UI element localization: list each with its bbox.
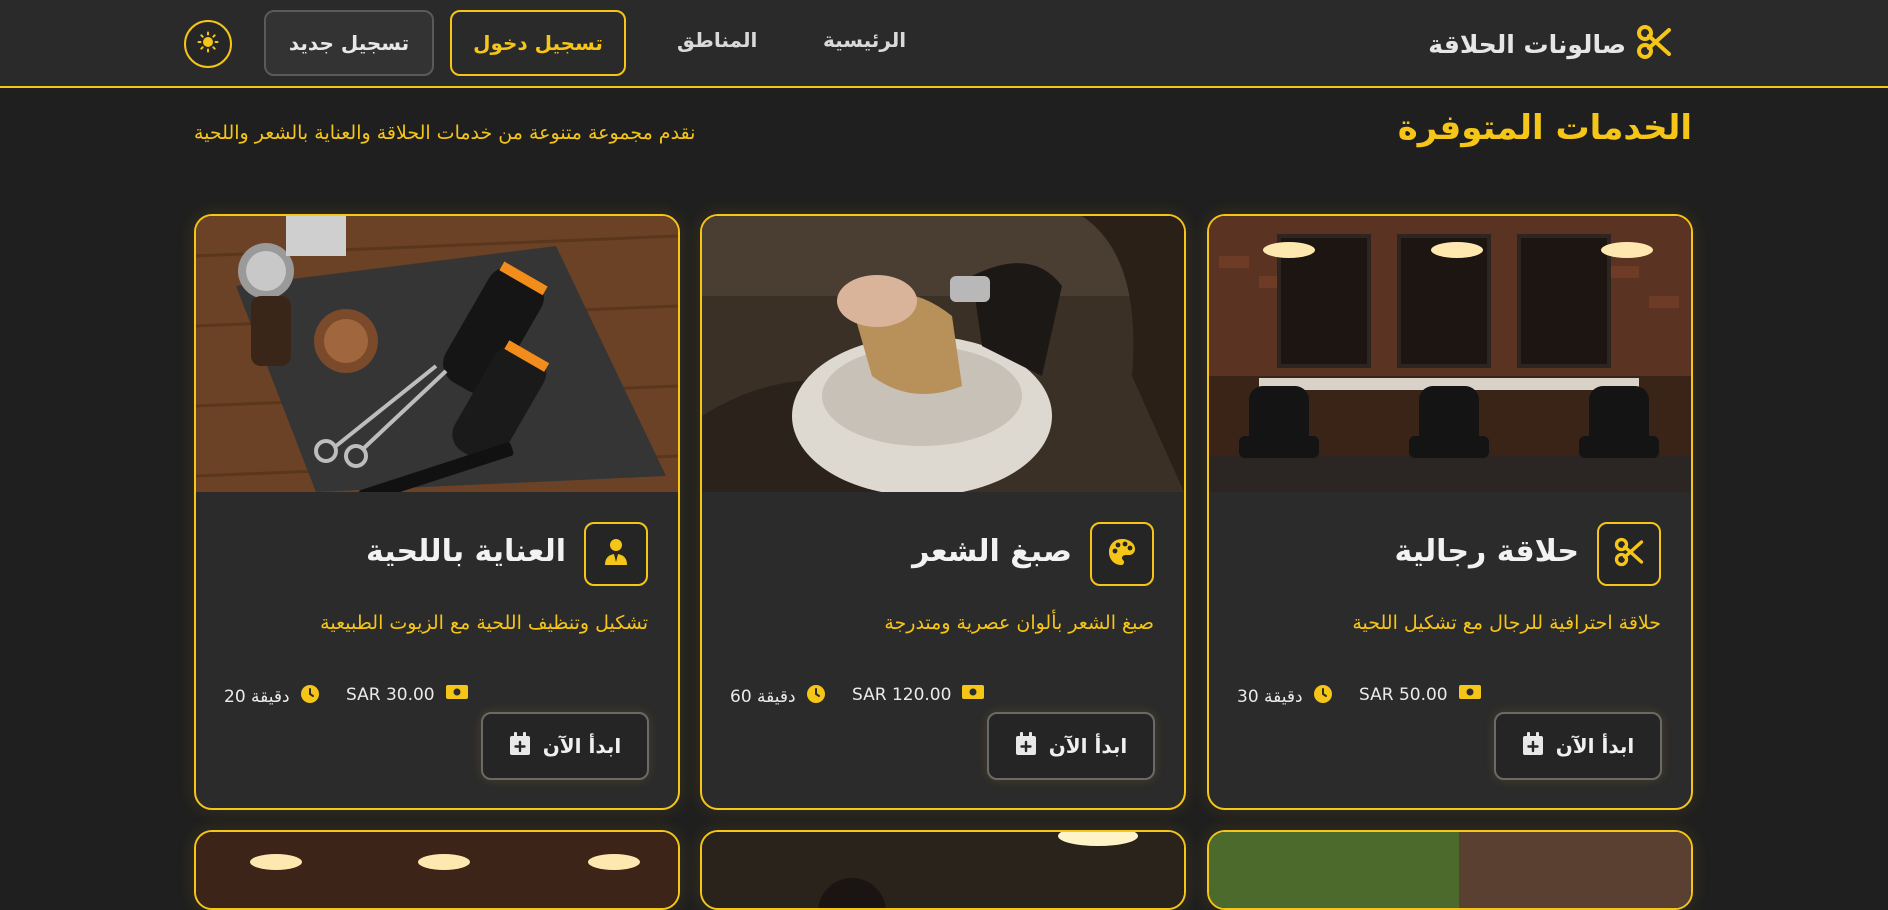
service-description: تشكيل وتنظيف اللحية مع الزيوت الطبيعية (320, 612, 648, 634)
service-card (700, 830, 1186, 910)
money-bill-icon (961, 684, 985, 705)
brand-name: صالونات الحلاقة (1428, 29, 1626, 59)
service-card (194, 830, 680, 910)
service-price: SAR 30.00 (346, 684, 469, 705)
service-duration: 30 دقيقة (1237, 684, 1333, 709)
calendar-plus-icon (1015, 731, 1037, 761)
service-card: العناية باللحية تشكيل وتنظيف اللحية مع ا… (194, 214, 680, 810)
service-image (1209, 832, 1691, 908)
service-card (1207, 830, 1693, 910)
start-booking-button[interactable]: ابدأ الآن (987, 712, 1155, 780)
clock-icon (1313, 684, 1333, 709)
start-booking-label: ابدأ الآن (542, 734, 622, 758)
service-icon-box (1597, 522, 1661, 586)
service-duration: 20 دقيقة (224, 684, 320, 709)
start-booking-label: ابدأ الآن (1555, 734, 1635, 758)
top-navbar: صالونات الحلاقة الرئيسية المناطق تسجيل د… (0, 0, 1888, 88)
money-bill-icon (445, 684, 469, 705)
service-icon-box (584, 522, 648, 586)
nav-link-regions[interactable]: المناطق (677, 28, 757, 52)
user-tie-icon (603, 538, 629, 570)
service-title: العناية باللحية (366, 534, 566, 569)
service-image (196, 832, 678, 908)
service-duration: 60 دقيقة (730, 684, 826, 709)
service-card: حلاقة رجالية حلاقة احترافية للرجال مع تش… (1207, 214, 1693, 810)
service-description: حلاقة احترافية للرجال مع تشكيل اللحية (1352, 612, 1661, 634)
scissors-icon (1636, 24, 1672, 64)
duration-value: 30 دقيقة (1237, 686, 1303, 707)
duration-value: 20 دقيقة (224, 686, 290, 707)
price-value: SAR 50.00 (1359, 684, 1448, 705)
nav-link-home[interactable]: الرئيسية (823, 28, 906, 52)
duration-value: 60 دقيقة (730, 686, 796, 707)
section-title: الخدمات المتوفرة (1397, 108, 1692, 148)
service-icon-box (1090, 522, 1154, 586)
service-image-hair-wash (702, 216, 1184, 492)
calendar-plus-icon (1522, 731, 1544, 761)
service-card: صبغ الشعر صبغ الشعر بألوان عصرية ومتدرجة… (700, 214, 1186, 810)
scissors-icon (1614, 537, 1644, 571)
start-booking-button[interactable]: ابدأ الآن (1494, 712, 1662, 780)
register-button[interactable]: تسجيل جديد (264, 10, 434, 76)
service-image (702, 832, 1184, 908)
service-title: صبغ الشعر (912, 534, 1072, 569)
clock-icon (300, 684, 320, 709)
service-image-barbershop (1209, 216, 1691, 492)
start-booking-label: ابدأ الآن (1048, 734, 1128, 758)
brand-logo-link[interactable]: صالونات الحلاقة (1428, 22, 1672, 66)
service-price: SAR 120.00 (852, 684, 985, 705)
sun-icon (197, 31, 219, 57)
login-button[interactable]: تسجيل دخول (450, 10, 626, 76)
clock-icon (806, 684, 826, 709)
theme-toggle-button[interactable] (184, 20, 232, 68)
service-price: SAR 50.00 (1359, 684, 1482, 705)
price-value: SAR 120.00 (852, 684, 952, 705)
section-subtitle: نقدم مجموعة متنوعة من خدمات الحلاقة والع… (194, 122, 696, 144)
price-value: SAR 30.00 (346, 684, 435, 705)
calendar-plus-icon (509, 731, 531, 761)
palette-icon (1107, 537, 1137, 571)
money-bill-icon (1458, 684, 1482, 705)
service-description: صبغ الشعر بألوان عصرية ومتدرجة (884, 612, 1154, 634)
service-image-barber-tools (196, 216, 678, 492)
start-booking-button[interactable]: ابدأ الآن (481, 712, 649, 780)
service-title: حلاقة رجالية (1394, 534, 1579, 569)
